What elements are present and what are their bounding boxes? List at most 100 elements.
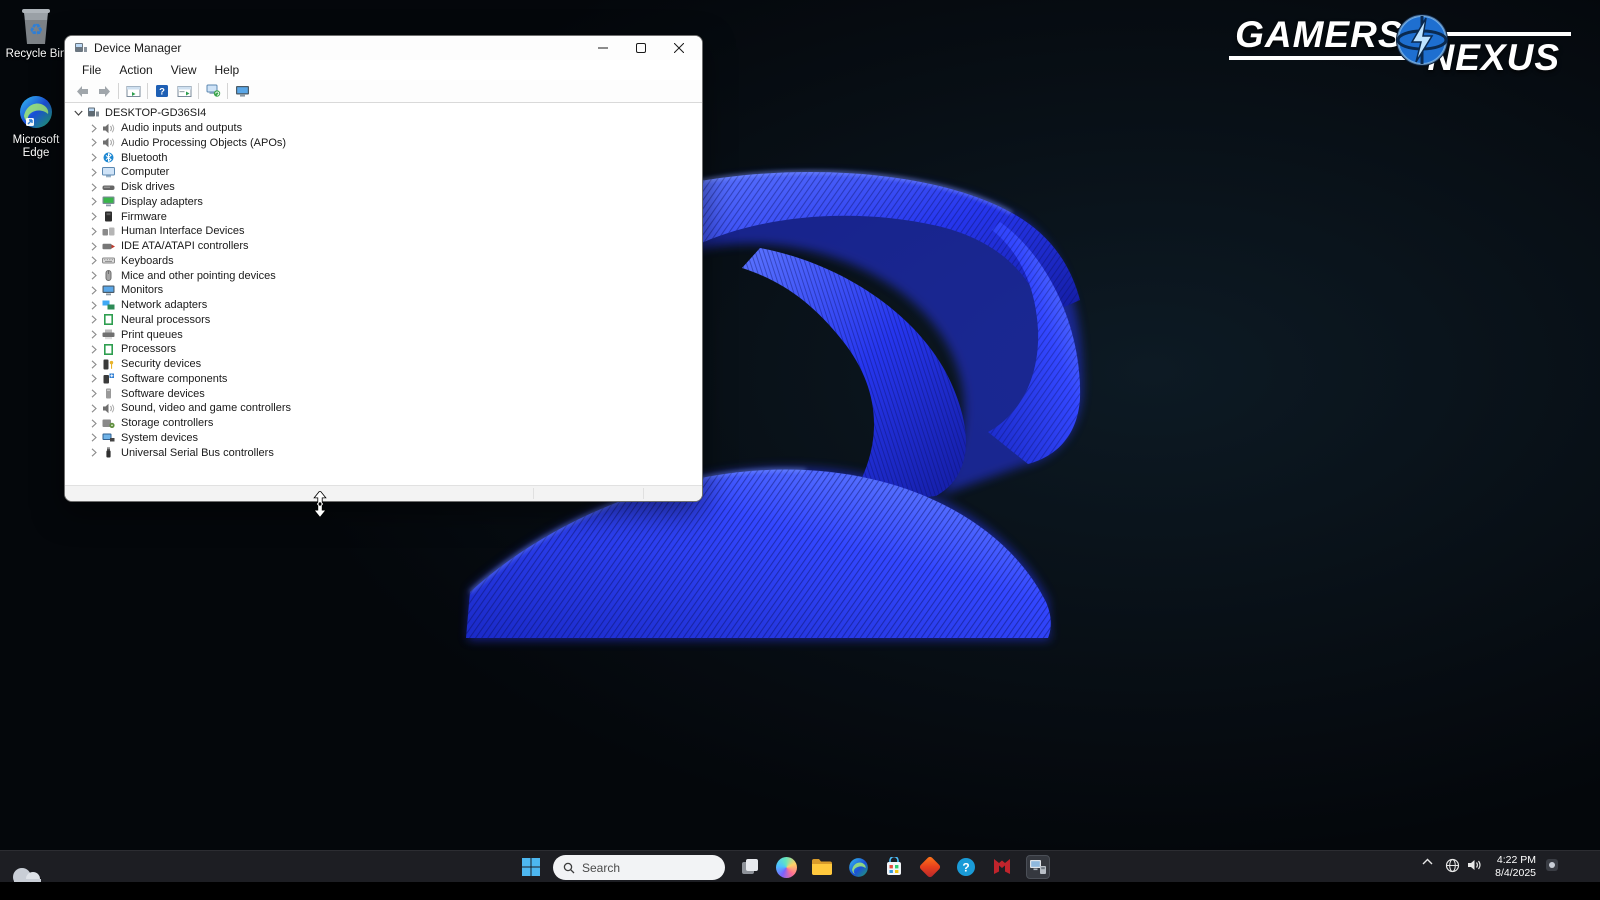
chevron-right-icon[interactable] (89, 153, 99, 162)
chevron-right-icon[interactable] (89, 419, 99, 428)
tree-node[interactable]: Software components (65, 372, 702, 387)
copilot-icon (776, 857, 797, 878)
tree-node[interactable]: Bluetooth (65, 150, 702, 165)
menu-file[interactable]: File (73, 61, 110, 79)
edge-icon (848, 857, 869, 878)
storage-icon (102, 417, 116, 429)
tree-node[interactable]: Software devices (65, 386, 702, 401)
tree-node[interactable]: Display adapters (65, 195, 702, 210)
chevron-right-icon[interactable] (89, 433, 99, 442)
toolbar-separator (147, 83, 148, 99)
chevron-down-icon[interactable] (73, 110, 83, 116)
taskbar-edge-button[interactable] (846, 855, 870, 879)
taskbar-microsoft-store-button[interactable] (882, 855, 906, 879)
chevron-right-icon[interactable] (89, 138, 99, 147)
chevron-right-icon[interactable] (89, 242, 99, 251)
network-globe-icon[interactable] (1443, 858, 1461, 873)
tree-node[interactable]: Security devices (65, 357, 702, 372)
tree-node[interactable]: Universal Serial Bus controllers (65, 445, 702, 460)
chevron-right-icon[interactable] (89, 227, 99, 236)
chevron-right-icon[interactable] (89, 183, 99, 192)
back-button[interactable] (71, 81, 93, 101)
show-window-icon (177, 85, 192, 98)
tree-node[interactable]: Computer (65, 165, 702, 180)
console-window-button[interactable] (122, 81, 144, 101)
scan-hardware-button[interactable] (202, 81, 224, 101)
tree-node[interactable]: Audio Processing Objects (APOs) (65, 136, 702, 151)
taskbar-get-help-button[interactable]: ? (954, 855, 978, 879)
tree-node-label: Computer (121, 166, 169, 178)
tree-node-label: Mice and other pointing devices (121, 270, 276, 282)
desktop-icon-microsoft-edge[interactable]: Microsoft Edge (0, 92, 72, 159)
computer-icon (102, 166, 116, 178)
search-input[interactable]: Search (553, 855, 725, 880)
chevron-right-icon[interactable] (89, 448, 99, 457)
maximize-button[interactable] (622, 36, 660, 60)
chevron-right-icon[interactable] (89, 212, 99, 221)
tree-node-label: Software components (121, 373, 227, 385)
taskbar-copilot-button[interactable] (774, 855, 798, 879)
volume-icon[interactable] (1465, 858, 1483, 872)
tree-node[interactable]: Mice and other pointing devices (65, 268, 702, 283)
chevron-right-icon[interactable] (89, 286, 99, 295)
devices-monitor-button[interactable] (231, 81, 253, 101)
devices-monitor-icon (235, 85, 250, 98)
forward-button[interactable] (93, 81, 115, 101)
chevron-right-icon[interactable] (89, 301, 99, 310)
svg-text:?: ? (159, 87, 165, 98)
tree-node-label: Storage controllers (121, 417, 213, 429)
clock-widget[interactable]: 4:22 PM 8/4/2025 (1484, 854, 1536, 879)
tree-node[interactable]: Monitors (65, 283, 702, 298)
tree-node[interactable]: Firmware (65, 209, 702, 224)
start-icon (520, 856, 542, 878)
chevron-right-icon[interactable] (89, 315, 99, 324)
taskbar-mcafee-button[interactable] (990, 855, 1014, 879)
tree-node-label: Network adapters (121, 299, 207, 311)
tree-node[interactable]: Keyboards (65, 254, 702, 269)
chevron-right-icon[interactable] (89, 197, 99, 206)
chevron-right-icon[interactable] (89, 168, 99, 177)
minimize-button[interactable] (584, 36, 622, 60)
title-bar[interactable]: Device Manager (65, 36, 702, 60)
tree-node-label: Bluetooth (121, 152, 167, 164)
tree-node[interactable]: Audio inputs and outputs (65, 121, 702, 136)
chip-icon (102, 343, 116, 355)
show-window-button[interactable] (173, 81, 195, 101)
chevron-right-icon[interactable] (89, 374, 99, 383)
chevron-right-icon[interactable] (89, 256, 99, 265)
notification-tray-icon[interactable] (1544, 858, 1560, 872)
taskbar-device-manager-button[interactable] (1026, 855, 1050, 879)
tree-node-label: Audio inputs and outputs (121, 122, 242, 134)
close-button[interactable] (660, 36, 698, 60)
chevron-right-icon[interactable] (89, 389, 99, 398)
tree-node[interactable]: Human Interface Devices (65, 224, 702, 239)
tree-node[interactable]: Print queues (65, 327, 702, 342)
tree-node[interactable]: Neural processors (65, 313, 702, 328)
taskbar-task-view-button[interactable] (738, 855, 762, 879)
menu-view[interactable]: View (162, 61, 206, 79)
tree-root-node[interactable]: DESKTOP-GD36SI4 (65, 106, 702, 121)
menu-action[interactable]: Action (110, 61, 161, 79)
chevron-right-icon[interactable] (89, 404, 99, 413)
tree-node[interactable]: System devices (65, 431, 702, 446)
taskbar-file-explorer-button[interactable] (810, 855, 834, 879)
menu-help[interactable]: Help (206, 61, 249, 79)
device-tree[interactable]: DESKTOP-GD36SI4Audio inputs and outputs A… (65, 104, 702, 486)
tree-node[interactable]: Storage controllers (65, 416, 702, 431)
tree-node[interactable]: Network adapters (65, 298, 702, 313)
tree-node[interactable]: IDE ATA/ATAPI controllers (65, 239, 702, 254)
chevron-right-icon[interactable] (89, 124, 99, 133)
desktop-icon-recycle-bin[interactable]: ♻ Recycle Bin (0, 6, 72, 61)
chevron-right-icon[interactable] (89, 330, 99, 339)
chevron-right-icon[interactable] (89, 345, 99, 354)
tray-chevron-up-icon[interactable] (1420, 858, 1434, 865)
help-button[interactable]: ? (151, 81, 173, 101)
taskbar-start-button[interactable] (519, 855, 543, 879)
chevron-right-icon[interactable] (89, 360, 99, 369)
chevron-right-icon[interactable] (89, 271, 99, 280)
taskbar-microsoft-365-button[interactable] (918, 855, 942, 879)
tree-node[interactable]: Sound, video and game controllers (65, 401, 702, 416)
softdev-icon (102, 388, 116, 400)
tree-node[interactable]: Processors (65, 342, 702, 357)
tree-node[interactable]: Disk drives (65, 180, 702, 195)
